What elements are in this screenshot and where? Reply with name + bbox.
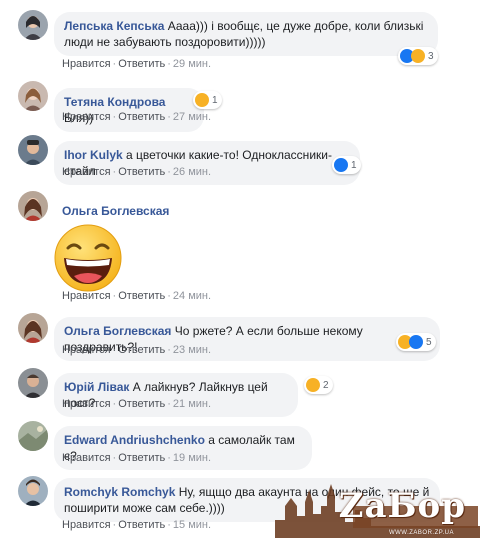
separator: ·: [167, 166, 171, 178]
reply-link[interactable]: Ответить: [118, 58, 165, 70]
comment-author[interactable]: Ольга Боглевская: [62, 204, 169, 218]
comment-actions: Нравится · Ответить · 23 мин.: [62, 344, 211, 356]
comment-time[interactable]: 21 мин.: [173, 398, 211, 410]
separator: ·: [167, 111, 171, 123]
reactions-summary[interactable]: 3: [398, 47, 438, 65]
separator: ·: [167, 398, 171, 410]
separator: ·: [167, 344, 171, 356]
avatar[interactable]: [18, 421, 48, 451]
comment-actions: Нравится · Ответить · 21 мин.: [62, 398, 211, 410]
comment-time[interactable]: 29 мин.: [173, 58, 211, 70]
reaction-count: 1: [212, 94, 218, 106]
comment-author[interactable]: Юрій Лівак: [64, 380, 129, 394]
comment-time[interactable]: 19 мин.: [173, 452, 211, 464]
like-link[interactable]: Нравится: [62, 290, 111, 302]
avatar[interactable]: [18, 476, 48, 506]
watermark-text: ZаБор: [338, 486, 466, 526]
like-link[interactable]: Нравится: [62, 111, 111, 123]
watermark-url: WWW.ZABOR.ZP.UA: [388, 530, 454, 536]
reply-link[interactable]: Ответить: [118, 519, 165, 531]
reply-link[interactable]: Ответить: [118, 344, 165, 356]
separator: ·: [167, 519, 171, 531]
haha-icon: [306, 378, 320, 392]
comment-author[interactable]: Ольга Боглевская: [64, 324, 171, 338]
comment-bubble: Ольга Боглевская: [54, 197, 254, 225]
like-link[interactable]: Нравится: [62, 344, 111, 356]
like-link[interactable]: Нравится: [62, 452, 111, 464]
reaction-count: 1: [351, 159, 357, 171]
reactions-summary[interactable]: 1: [332, 156, 361, 174]
comment-bubble: Тетяна Кондрова Бля)): [54, 88, 204, 132]
separator: ·: [167, 290, 171, 302]
haha-icon: [195, 93, 209, 107]
comment-time[interactable]: 24 мин.: [173, 290, 211, 302]
avatar[interactable]: [18, 81, 48, 111]
reply-link[interactable]: Ответить: [118, 166, 165, 178]
reactions-summary[interactable]: 2: [304, 376, 333, 394]
laughing-face-sticker[interactable]: [52, 222, 124, 294]
comment-bubble: Лепська Кепська Аааа))) і вообщє, це дуж…: [54, 12, 438, 56]
reactions-summary[interactable]: 1: [193, 91, 222, 109]
comment-actions: Нравится · Ответить · 24 мин.: [62, 290, 211, 302]
comment-bubble: Юрій Лівак А лайкнув? Лайкнув цей пост?: [54, 373, 298, 417]
avatar[interactable]: [18, 313, 48, 343]
reactions-summary[interactable]: 5: [396, 333, 436, 351]
comment-actions: Нравится · Ответить · 27 мин.: [62, 111, 211, 123]
like-link[interactable]: Нравится: [62, 166, 111, 178]
haha-icon: [411, 49, 425, 63]
like-link[interactable]: Нравится: [62, 519, 111, 531]
comment-author[interactable]: Тетяна Кондрова: [64, 95, 165, 109]
like-icon: [409, 335, 423, 349]
avatar[interactable]: [18, 10, 48, 40]
like-link[interactable]: Нравится: [62, 58, 111, 70]
comment-author[interactable]: Лепська Кепська: [64, 19, 164, 33]
comment-actions: Нравится · Ответить · 19 мин.: [62, 452, 211, 464]
watermark-logo: ZаБор WWW.ZABOR.ZP.UA: [275, 476, 480, 538]
comment-actions: Нравится · Ответить · 26 мин.: [62, 166, 211, 178]
reaction-count: 3: [428, 50, 434, 62]
comment-time[interactable]: 26 мин.: [173, 166, 211, 178]
comment-author[interactable]: Ihor Kulyk: [64, 148, 123, 162]
comment-author[interactable]: Edward Andriushchenko: [64, 433, 205, 447]
reply-link[interactable]: Ответить: [118, 290, 165, 302]
avatar[interactable]: [18, 135, 48, 165]
reaction-count: 2: [323, 379, 329, 391]
reply-link[interactable]: Ответить: [118, 398, 165, 410]
comment-author[interactable]: Romchyk Romchyk: [64, 485, 175, 499]
comment-time[interactable]: 27 мин.: [173, 111, 211, 123]
reaction-count: 5: [426, 336, 432, 348]
separator: ·: [167, 58, 171, 70]
comment-bubble: Ihor Kulyk а цветочки какие-то! Одноклас…: [54, 141, 360, 185]
reply-link[interactable]: Ответить: [118, 111, 165, 123]
like-link[interactable]: Нравится: [62, 398, 111, 410]
comment-actions: Нравится · Ответить · 15 мин.: [62, 519, 211, 531]
avatar[interactable]: [18, 368, 48, 398]
like-icon: [334, 158, 348, 172]
comment-time[interactable]: 23 мин.: [173, 344, 211, 356]
avatar[interactable]: [18, 191, 48, 221]
reply-link[interactable]: Ответить: [118, 452, 165, 464]
comment-time[interactable]: 15 мин.: [173, 519, 211, 531]
separator: ·: [167, 452, 171, 464]
comment-actions: Нравится · Ответить · 29 мин.: [62, 58, 211, 70]
